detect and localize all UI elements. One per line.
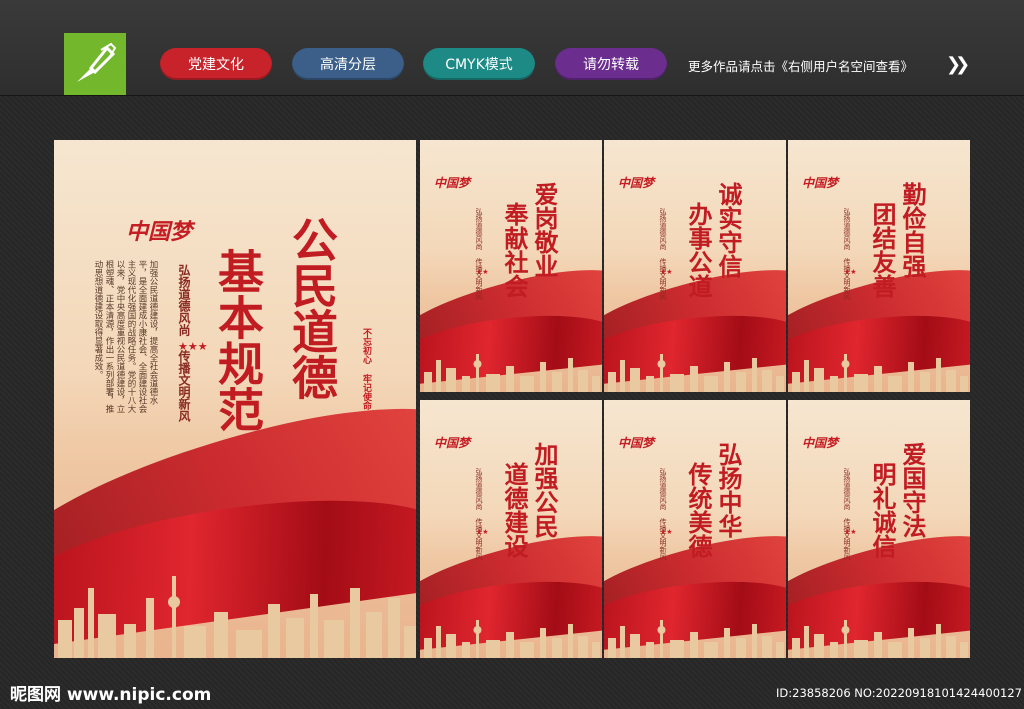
tag-hd-layers[interactable]: 高清分层 — [292, 48, 404, 80]
china-dream-logo: 中国梦 — [802, 436, 839, 450]
poster-slogan: 弘扬道德风尚 传播文明新风 — [659, 208, 667, 300]
main-title-left: 基本规范 — [211, 248, 265, 432]
stars-icon: ★★ — [844, 528, 857, 536]
city-skyline-image — [608, 620, 784, 658]
poster-title-a: 爱国守法 — [898, 442, 927, 538]
china-dream-logo: 中国梦 — [434, 436, 471, 450]
poster-slogan: 弘扬道德风尚 传播文明新风 — [659, 468, 667, 560]
main-poster: 中国梦 公民道德 基本规范 弘扬道德风尚 传播文明新风 加强公民道德建设，提高全… — [54, 140, 416, 658]
more-works-link[interactable]: 更多作品请点击《右侧用户名空间查看》 — [688, 56, 913, 75]
china-dream-logo: 中国梦 — [434, 176, 471, 190]
poster-slogan: 弘扬道德风尚 传播文明新风 — [475, 468, 483, 560]
poster-slogan: 弘扬道德风尚 传播文明新风 — [843, 208, 851, 300]
poster-title-b: 明礼诚信 — [868, 462, 897, 558]
city-skyline-image — [792, 620, 968, 658]
small-poster-3: 中国梦 勤俭自强 团结友善 弘扬道德风尚 传播文明新风 ★★ — [788, 140, 970, 392]
poster-slogan: 弘扬道德风尚 传播文明新风 — [475, 208, 483, 300]
main-body-text: 加强公民道德建设，提高全社会道德水平，是全面建成小康社会、全面建设社会主义现代化… — [93, 260, 158, 413]
stars-icon: ★★ — [660, 268, 673, 276]
poster-title-b: 传统美德 — [684, 462, 713, 558]
stars-icon: ★★ — [660, 528, 673, 536]
stars-icon: ★★ — [476, 268, 489, 276]
tag-cmyk-mode[interactable]: CMYK模式 — [423, 48, 535, 80]
small-poster-5: 中国梦 弘扬中华 传统美德 弘扬道德风尚 传播文明新风 ★★ — [604, 400, 786, 658]
stars-icon: ★★ — [844, 268, 857, 276]
china-dream-logo: 中国梦 — [618, 176, 655, 190]
pen-logo-icon — [64, 33, 126, 95]
poster-title-b: 办事公道 — [684, 202, 713, 298]
small-poster-6: 中国梦 爱国守法 明礼诚信 弘扬道德风尚 传播文明新风 ★★ — [788, 400, 970, 658]
small-poster-2: 中国梦 诚实守信 办事公道 弘扬道德风尚 传播文明新风 ★★ — [604, 140, 786, 392]
poster-slogan: 弘扬道德风尚 传播文明新风 — [843, 468, 851, 560]
poster-title-a: 弘扬中华 — [714, 442, 743, 538]
poster-title-b: 团结友善 — [868, 202, 897, 298]
poster-title-a: 爱岗敬业 — [530, 182, 559, 278]
main-title-right: 公民道德 — [285, 216, 339, 400]
poster-title-a: 勤俭自强 — [898, 182, 927, 278]
china-dream-logo: 中国梦 — [126, 219, 193, 245]
small-poster-1: 中国梦 爱岗敬业 奉献社会 弘扬道德风尚 传播文明新风 ★★ — [420, 140, 602, 392]
poster-title-a: 加强公民 — [530, 442, 559, 538]
city-skyline-image — [58, 576, 416, 658]
china-dream-logo: 中国梦 — [618, 436, 655, 450]
stars-icon: ★★ — [476, 528, 489, 536]
city-skyline-image — [608, 354, 784, 392]
main-stamp: 不忘初心 牢记使命 — [361, 328, 371, 410]
site-watermark: 昵图网 www.nipic.com — [10, 685, 212, 705]
poster-title-b: 奉献社会 — [500, 202, 529, 298]
tag-no-repost[interactable]: 请勿转载 — [555, 48, 667, 80]
top-toolbar: 党建文化 高清分层 CMYK模式 请勿转载 更多作品请点击《右侧用户名空间查看》… — [0, 0, 1024, 96]
stars-icon: ★★★ — [178, 340, 208, 353]
image-id: ID:23858206 NO:20220918101424400127 — [776, 686, 1022, 700]
tag-party-culture[interactable]: 党建文化 — [160, 48, 272, 80]
double-arrow-icon[interactable]: ❯❯ — [946, 54, 970, 75]
poster-title-b: 道德建设 — [500, 462, 529, 558]
china-dream-logo: 中国梦 — [802, 176, 839, 190]
city-skyline-image — [424, 620, 600, 658]
city-skyline-image — [792, 354, 968, 392]
city-skyline-image — [424, 354, 600, 392]
poster-title-a: 诚实守信 — [714, 182, 743, 278]
small-poster-4: 中国梦 加强公民 道德建设 弘扬道德风尚 传播文明新风 ★★ — [420, 400, 602, 658]
